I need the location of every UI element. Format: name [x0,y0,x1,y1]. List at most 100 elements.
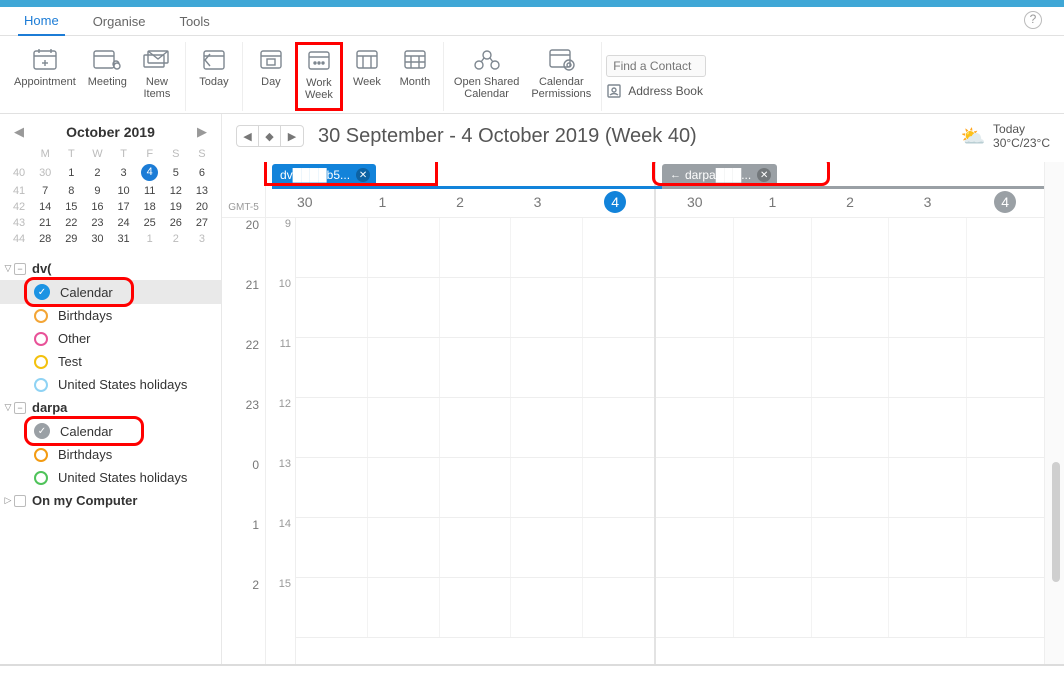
time-slot[interactable] [967,518,1044,577]
tab-home[interactable]: Home [18,10,65,36]
minical-day[interactable]: 30 [84,231,110,247]
time-slot[interactable] [967,398,1044,457]
account-header[interactable]: ▽dv( [0,257,221,280]
time-slot[interactable] [440,278,512,337]
nav-prev-button[interactable]: ◀ [237,126,259,146]
time-slot[interactable] [296,278,368,337]
minical-day[interactable]: 21 [32,215,58,231]
minical-day[interactable]: 10 [111,183,137,199]
time-slot[interactable] [812,518,890,577]
time-slot[interactable] [889,578,967,637]
time-slot[interactable] [812,278,890,337]
scrollbar-thumb[interactable] [1052,462,1060,582]
time-slot[interactable] [656,578,734,637]
time-slot[interactable] [583,398,654,457]
time-slot[interactable] [656,398,734,457]
day-header[interactable]: 30 [266,186,344,217]
time-slot[interactable] [812,398,890,457]
time-slot[interactable] [296,518,368,577]
time-slot[interactable] [368,338,440,397]
minical-day[interactable]: 18 [137,199,163,215]
open-shared-calendar-button[interactable]: Open Shared Calendar [448,42,525,111]
time-slot[interactable] [511,518,583,577]
time-slot[interactable] [440,218,512,277]
minical-day[interactable]: 13 [189,183,215,199]
time-slot[interactable] [296,578,368,637]
calendar-list-item[interactable]: Other [0,327,221,350]
time-slot[interactable] [812,458,890,517]
time-slot[interactable] [440,458,512,517]
time-slot[interactable] [368,458,440,517]
time-slot[interactable] [734,338,812,397]
time-slot[interactable] [368,218,440,277]
time-slot[interactable] [511,458,583,517]
day-header[interactable]: 2 [811,186,889,217]
day-header[interactable]: 4 [966,186,1044,217]
time-slot[interactable] [889,278,967,337]
time-slot[interactable] [440,518,512,577]
prev-month-button[interactable]: ◀ [14,124,24,140]
tab-organise[interactable]: Organise [87,11,152,35]
next-month-button[interactable]: ▶ [197,124,207,140]
time-slot[interactable] [583,578,654,637]
minical-day[interactable]: 22 [58,215,84,231]
minical-day[interactable]: 30 [32,162,58,183]
minical-day[interactable]: 24 [111,215,137,231]
time-slot[interactable] [296,398,368,457]
time-slot[interactable] [583,518,654,577]
day-header[interactable]: 3 [499,186,577,217]
minical-day[interactable]: 12 [163,183,189,199]
calendar-list-item[interactable]: United States holidays [0,466,221,489]
minical-day[interactable]: 2 [163,231,189,247]
time-slot[interactable] [967,218,1044,277]
minical-day[interactable]: 17 [111,199,137,215]
time-slot[interactable] [812,578,890,637]
minical-day[interactable]: 1 [137,231,163,247]
minical-day[interactable]: 19 [163,199,189,215]
appointment-button[interactable]: Appointment [8,42,82,111]
time-slot[interactable] [812,218,890,277]
day-header[interactable]: 2 [421,186,499,217]
time-slot[interactable] [440,398,512,457]
minical-day[interactable]: 6 [189,162,215,183]
tab-tools[interactable]: Tools [173,11,215,35]
minical-day[interactable]: 2 [84,162,110,183]
minical-day[interactable]: 3 [189,231,215,247]
minical-day[interactable]: 8 [58,183,84,199]
nav-today-button[interactable]: ◆ [259,126,281,146]
time-slot[interactable] [368,518,440,577]
time-slot[interactable] [656,458,734,517]
today-button[interactable]: Today [190,42,238,111]
time-slot[interactable] [368,278,440,337]
minical-day[interactable]: 15 [58,199,84,215]
work-week-view-button[interactable]: Work Week [295,42,343,111]
close-icon[interactable]: ✕ [757,168,771,182]
week-view-button[interactable]: Week [343,42,391,111]
minical-day[interactable]: 4 [137,162,163,183]
minical-day[interactable]: 16 [84,199,110,215]
time-slot[interactable] [889,218,967,277]
minical-day[interactable]: 3 [111,162,137,183]
minical-day[interactable]: 23 [84,215,110,231]
time-slot[interactable] [368,578,440,637]
time-slot[interactable] [889,458,967,517]
day-header[interactable]: 4 [576,186,654,217]
meeting-button[interactable]: Meeting [82,42,133,111]
time-slot[interactable] [368,398,440,457]
time-slot[interactable] [734,278,812,337]
time-slot[interactable] [583,338,654,397]
time-slot[interactable] [734,578,812,637]
day-view-button[interactable]: Day [247,42,295,111]
panel-tab-right[interactable]: ← darpa███... ✕ [662,164,777,186]
time-slot[interactable] [440,578,512,637]
minical-day[interactable]: 1 [58,162,84,183]
time-slot[interactable] [734,458,812,517]
nav-next-button[interactable]: ▶ [281,126,303,146]
minical-day[interactable]: 26 [163,215,189,231]
calendar-list-item[interactable]: ✓Calendar [0,419,221,443]
calendar-permissions-button[interactable]: Calendar Permissions [525,42,597,111]
address-book-button[interactable]: Address Book [606,83,706,99]
time-slot[interactable] [967,578,1044,637]
calendar-list-item[interactable]: Test [0,350,221,373]
time-slot[interactable] [440,338,512,397]
